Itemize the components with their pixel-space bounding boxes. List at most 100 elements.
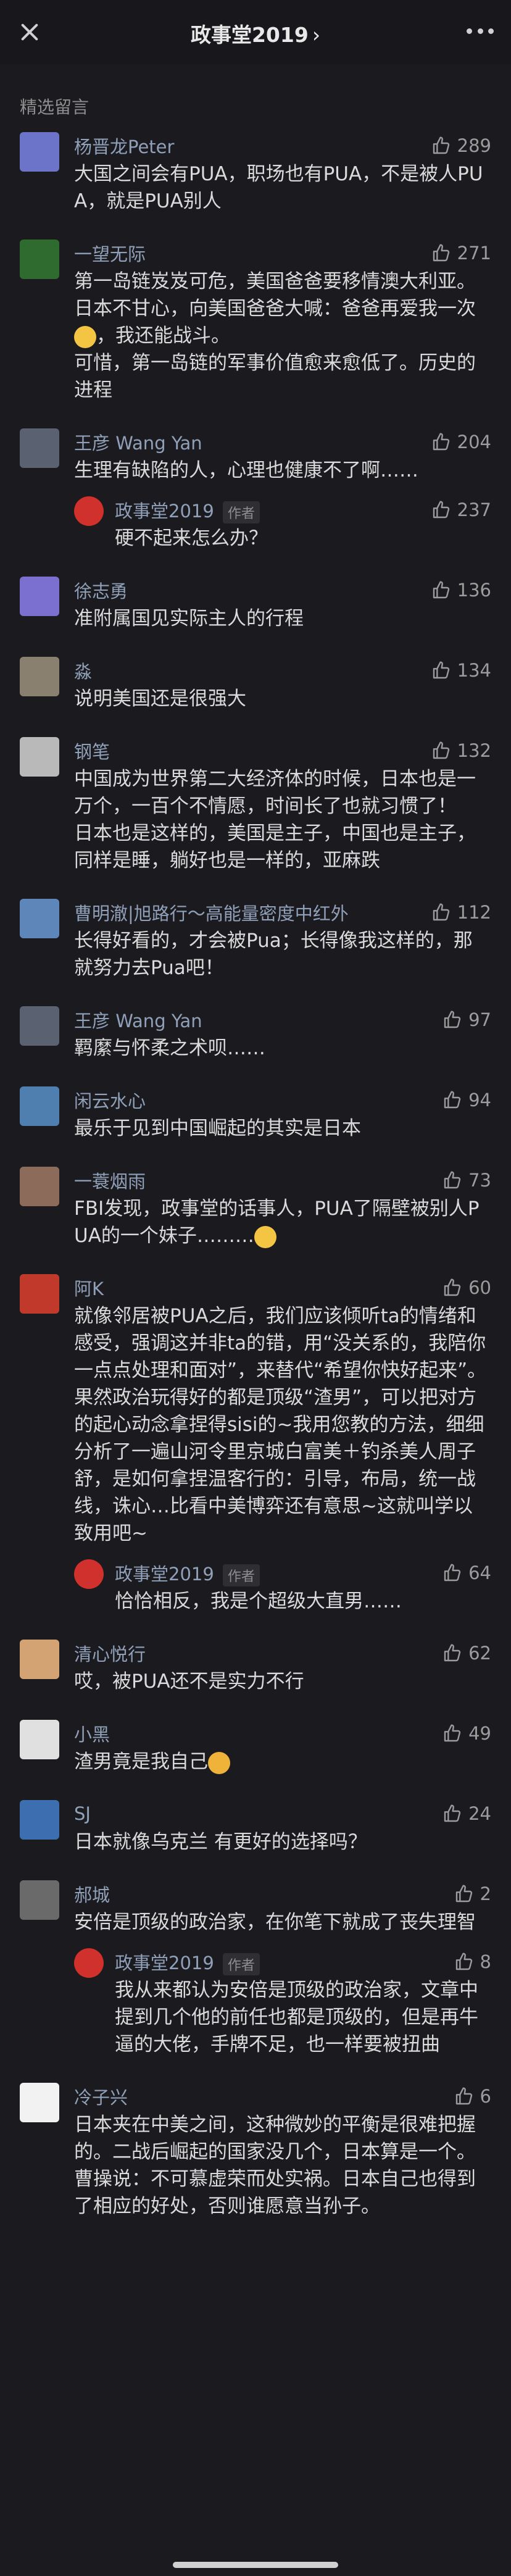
avatar[interactable] <box>20 657 59 696</box>
like-button[interactable]: 49 <box>442 1723 491 1744</box>
comment-text-part: 中国成为世界第二大经济体的时候，日本也是一万个，一百个不情愿，时间长了也就习惯了… <box>74 768 476 872</box>
commenter-name[interactable]: 清心悦行 <box>74 1640 442 1666</box>
author-avatar[interactable] <box>74 496 104 526</box>
commenter-name[interactable]: 徐志勇 <box>74 577 431 603</box>
avatar[interactable] <box>20 1640 59 1679</box>
reply-header: 政事堂2019 作者 64 <box>115 1559 491 1586</box>
reply-like-button[interactable]: 64 <box>442 1562 491 1583</box>
avatar[interactable] <box>20 1720 59 1759</box>
comment-text-part: 最乐于见到中国崛起的其实是日本 <box>74 1117 361 1140</box>
reply-author-name[interactable]: 政事堂2019 作者 <box>115 1949 454 1975</box>
like-button[interactable]: 73 <box>442 1170 491 1191</box>
commenter-name[interactable]: 闲云水心 <box>74 1087 442 1113</box>
like-button[interactable]: 112 <box>431 902 491 923</box>
avatar[interactable] <box>20 132 59 172</box>
like-button[interactable]: 134 <box>431 660 491 681</box>
like-button[interactable]: 271 <box>431 243 491 264</box>
comment-text-part: 渣男竟是我自己 <box>74 1751 208 1773</box>
section-label: 精选留言 <box>20 97 89 117</box>
reply-like-button[interactable]: 8 <box>454 1951 491 1972</box>
avatar[interactable] <box>20 1800 59 1840</box>
comment-text: 最乐于见到中国崛起的其实是日本 <box>74 1115 491 1142</box>
author-avatar[interactable] <box>74 1559 104 1589</box>
like-count: 49 <box>468 1723 491 1744</box>
like-button[interactable]: 136 <box>431 580 491 601</box>
avatar[interactable] <box>20 2083 59 2122</box>
comment-text: 第一岛链岌岌可危，美国爸爸要移情澳大利亚。日本不甘心，向美国爸爸大喊：爸爸再爱我… <box>74 268 491 404</box>
top-bar: 政事堂2019 › <box>0 0 511 64</box>
avatar[interactable] <box>20 737 59 777</box>
avatar[interactable] <box>20 428 59 468</box>
like-button[interactable]: 97 <box>442 1009 491 1030</box>
more-options-icon[interactable] <box>467 28 494 35</box>
like-button[interactable]: 6 <box>454 2086 491 2107</box>
comment-text: 大国之间会有PUA，职场也有PUA，不是被人PUA，就是PUA别人 <box>74 160 491 215</box>
comment-text-part: 准附属国见实际主人的行程 <box>74 607 304 630</box>
commenter-name[interactable]: 王彦 Wang Yan <box>74 429 431 455</box>
avatar[interactable] <box>20 1167 59 1206</box>
comment-text: 安倍是顶级的政治家，在你笔下就成了丧失理智 <box>74 1909 491 1936</box>
author-reply: 政事堂2019 作者 64 恰恰相反，我是个超级大直男…… <box>74 1559 491 1615</box>
comment-header: 王彦 Wang Yan 97 <box>74 1006 491 1033</box>
like-button[interactable]: 60 <box>442 1277 491 1298</box>
comment-text-part: ，我还能战斗。 可惜，第一岛链的军事价值愈来愈低了。历史的进程 <box>74 325 476 401</box>
reply-like-button[interactable]: 237 <box>431 499 491 520</box>
comment-text-part: 安倍是顶级的政治家，在你笔下就成了丧失理智 <box>74 1911 476 1933</box>
commenter-name[interactable]: 钢笔 <box>74 738 431 764</box>
avatar[interactable] <box>20 899 59 938</box>
thumbs-up-icon <box>455 1885 472 1903</box>
comment-text-part: 大国之间会有PUA，职场也有PUA，不是被人PUA，就是PUA别人 <box>74 163 483 212</box>
thumbs-up-icon <box>444 1091 461 1109</box>
like-count: 134 <box>457 660 491 681</box>
like-button[interactable]: 62 <box>442 1643 491 1664</box>
author-reply: 政事堂2019 作者 237 硬不起来怎么办？ <box>74 496 491 552</box>
thumbs-up-icon <box>444 1011 461 1028</box>
like-button[interactable]: 2 <box>454 1883 491 1904</box>
comment-item: 钢笔 132 中国成为世界第二大经济体的时候，日本也是一万个，一百个不情愿，时间长了… <box>20 737 491 874</box>
avatar[interactable] <box>20 240 59 279</box>
like-button[interactable]: 204 <box>431 431 491 452</box>
like-count: 204 <box>457 431 491 452</box>
commenter-name[interactable]: 郝城 <box>74 1881 454 1907</box>
avatar[interactable] <box>20 1274 59 1314</box>
commenter-name[interactable]: SJ <box>74 1803 442 1824</box>
like-button[interactable]: 94 <box>442 1090 491 1111</box>
like-count: 62 <box>468 1643 491 1664</box>
like-count: 60 <box>468 1277 491 1298</box>
comment-text: 说明美国还是很强大 <box>74 685 491 712</box>
like-count: 24 <box>468 1803 491 1824</box>
avatar[interactable] <box>20 1086 59 1126</box>
commenter-name[interactable]: 杨晋龙Peter <box>74 133 431 159</box>
comment-text-part: 羁縻与怀柔之术呗…… <box>74 1037 265 1059</box>
author-avatar[interactable] <box>74 1948 104 1978</box>
avatar[interactable] <box>20 1880 59 1920</box>
comment-item: 一蓑烟雨 73 FBI发现，政事堂的话事人，PUA了隔壁被别人PUA的一个妹子……… <box>20 1167 491 1249</box>
comment-item: 小黑 49 渣男竟是我自己 <box>20 1720 491 1775</box>
commenter-name[interactable]: 冷子兴 <box>74 2083 454 2109</box>
commenter-name[interactable]: 阿K <box>74 1275 442 1301</box>
comment-item: 一望无际 271 第一岛链岌岌可危，美国爸爸要移情澳大利亚。日本不甘心，向美国爸爸大… <box>20 240 491 404</box>
comment-header: 王彦 Wang Yan 204 <box>74 428 491 456</box>
thumbs-up-icon <box>433 903 449 921</box>
reply-like-count: 8 <box>480 1951 491 1972</box>
like-button[interactable]: 24 <box>442 1803 491 1824</box>
commenter-name[interactable]: 一望无际 <box>74 240 431 266</box>
like-count: 271 <box>457 243 491 264</box>
comment-header: 淼 134 <box>74 657 491 684</box>
thumbs-up-icon <box>444 1564 461 1582</box>
like-count: 2 <box>480 1883 491 1904</box>
commenter-name[interactable]: 一蓑烟雨 <box>74 1167 442 1193</box>
avatar[interactable] <box>20 1006 59 1046</box>
reply-author-name[interactable]: 政事堂2019 作者 <box>115 1560 442 1586</box>
commenter-name[interactable]: 王彦 Wang Yan <box>74 1007 442 1033</box>
like-button[interactable]: 289 <box>431 135 491 156</box>
reply-author-name[interactable]: 政事堂2019 作者 <box>115 497 431 523</box>
commenter-name[interactable]: 小黑 <box>74 1720 442 1746</box>
avatar[interactable] <box>20 577 59 616</box>
commenter-name[interactable]: 淼 <box>74 657 431 683</box>
author-badge: 作者 <box>222 501 260 523</box>
commenter-name[interactable]: 曹明澈|旭路行～高能量密度中红外 <box>74 899 431 925</box>
thumbs-up-icon <box>433 501 449 519</box>
page-title[interactable]: 政事堂2019 › <box>0 19 511 48</box>
like-button[interactable]: 132 <box>431 740 491 761</box>
